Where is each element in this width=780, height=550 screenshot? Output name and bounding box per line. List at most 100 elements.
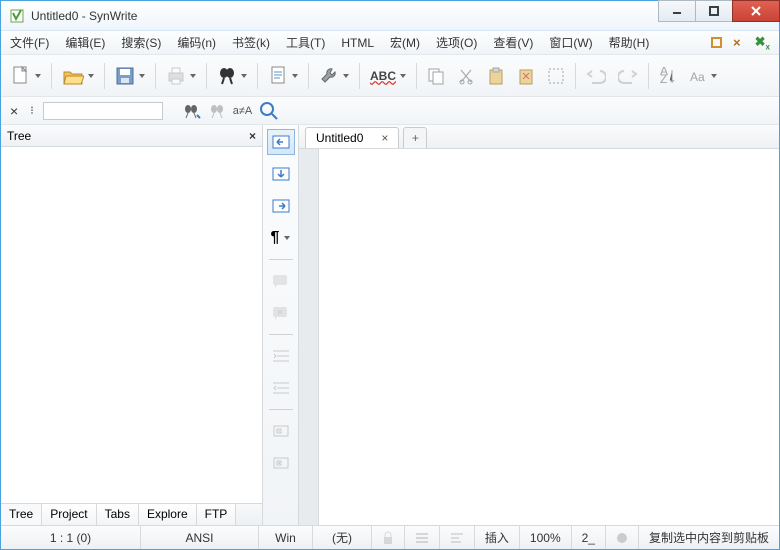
print-button[interactable]	[162, 61, 200, 91]
vbtn-pilcrow[interactable]: ¶	[267, 225, 295, 251]
vbtn-back[interactable]	[267, 129, 295, 155]
vbtn-collapse[interactable]	[267, 418, 295, 444]
svg-text:Z: Z	[660, 72, 667, 85]
app-window: Untitled0 - SynWrite 文件(F) 编辑(E) 搜索(S) 编…	[0, 0, 780, 550]
document-tabs: Untitled0 × +	[299, 125, 779, 149]
find-prev-icon[interactable]	[207, 101, 227, 121]
status-rec-icon[interactable]	[606, 526, 639, 549]
svg-text:Aa: Aa	[690, 70, 705, 84]
close-button[interactable]	[732, 0, 780, 22]
goto-button[interactable]	[264, 61, 302, 91]
menu-extra-x1-icon[interactable]: ×	[730, 33, 744, 52]
document-tab[interactable]: Untitled0 ×	[305, 127, 399, 148]
statusbar: 1 : 1 (0) ANSI Win (无) 插入 100% 2_ 复制选中内容…	[1, 525, 779, 549]
status-insert[interactable]: 插入	[475, 526, 520, 549]
find-button[interactable]	[213, 61, 251, 91]
menu-encoding[interactable]: 编码(n)	[174, 32, 219, 53]
window-buttons	[658, 1, 779, 30]
find-next-icon[interactable]	[181, 101, 201, 121]
tab-close-button[interactable]: ×	[381, 131, 388, 145]
delete-button[interactable]	[513, 61, 539, 91]
tree-panel: Tree × Tree Project Tabs Explore FTP	[1, 125, 263, 525]
menu-search[interactable]: 搜索(S)	[118, 32, 164, 53]
chevron-down-icon	[284, 236, 290, 240]
select-all-button[interactable]	[543, 61, 569, 91]
status-tab[interactable]: 2_	[572, 526, 606, 549]
menu-help[interactable]: 帮助(H)	[606, 32, 653, 53]
chevron-down-icon	[343, 74, 349, 78]
vbtn-down[interactable]	[267, 161, 295, 187]
vbtn-indent[interactable]	[267, 343, 295, 369]
status-lexer[interactable]: (无)	[313, 526, 372, 549]
spellcheck-label: ABC	[370, 69, 396, 83]
vertical-toolbar: ¶	[263, 125, 299, 525]
undo-button[interactable]	[582, 61, 610, 91]
titlebar: Untitled0 - SynWrite	[1, 1, 779, 31]
vbtn-comment[interactable]	[267, 268, 295, 294]
panel-tab-tabs[interactable]: Tabs	[97, 504, 139, 525]
panel-tab-project[interactable]: Project	[42, 504, 96, 525]
status-message: 复制选中内容到剪贴板	[639, 526, 779, 549]
status-wrap-icon[interactable]	[405, 526, 440, 549]
copy-button[interactable]	[423, 61, 449, 91]
panel-tab-ftp[interactable]: FTP	[197, 504, 237, 525]
tree-panel-close-button[interactable]: ×	[249, 129, 256, 143]
vbtn-unindent[interactable]	[267, 375, 295, 401]
redo-button[interactable]	[614, 61, 642, 91]
new-tab-button[interactable]: +	[403, 127, 427, 148]
spellcheck-button[interactable]: ABC	[366, 61, 410, 91]
status-zoom[interactable]: 100%	[520, 526, 572, 549]
close-search-button[interactable]: ×	[7, 103, 21, 119]
vbtn-forward[interactable]	[267, 193, 295, 219]
panel-tab-explore[interactable]: Explore	[139, 504, 197, 525]
window-title: Untitled0 - SynWrite	[31, 9, 658, 23]
menu-options[interactable]: 选项(O)	[433, 32, 480, 53]
chevron-down-icon	[400, 74, 406, 78]
cut-button[interactable]	[453, 61, 479, 91]
sort-button[interactable]: AZ	[655, 61, 681, 91]
status-eol[interactable]: Win	[259, 526, 313, 549]
save-button[interactable]	[111, 61, 149, 91]
tree-panel-header: Tree ×	[1, 125, 262, 147]
search-menu-button[interactable]: ⁝	[27, 104, 37, 117]
menu-view[interactable]: 查看(V)	[490, 32, 536, 53]
maximize-button[interactable]	[695, 0, 733, 22]
chevron-down-icon	[88, 74, 94, 78]
vbtn-expand[interactable]	[267, 450, 295, 476]
status-map-icon[interactable]	[440, 526, 475, 549]
status-lock-icon[interactable]	[372, 526, 405, 549]
menu-extra-x2-icon[interactable]: ✖x	[752, 32, 773, 54]
status-encoding[interactable]: ANSI	[141, 526, 259, 549]
panel-tab-tree[interactable]: Tree	[1, 504, 42, 525]
separator	[269, 334, 293, 335]
menu-tools[interactable]: 工具(T)	[283, 32, 328, 53]
menu-edit[interactable]: 编辑(E)	[62, 32, 108, 53]
fullscreen-icon[interactable]	[711, 37, 722, 48]
menu-file[interactable]: 文件(F)	[7, 32, 52, 53]
separator	[359, 63, 360, 89]
tree-panel-body[interactable]	[1, 147, 262, 503]
menu-html[interactable]: HTML	[338, 34, 377, 52]
editor-textarea[interactable]	[319, 149, 779, 525]
open-file-button[interactable]	[58, 61, 98, 91]
menu-window[interactable]: 窗口(W)	[546, 32, 595, 53]
app-icon	[9, 8, 25, 24]
replace-icon[interactable]: a≠A	[233, 105, 253, 117]
minimize-button[interactable]	[658, 0, 696, 22]
status-position[interactable]: 1 : 1 (0)	[1, 526, 141, 549]
zoom-icon[interactable]	[258, 100, 280, 122]
separator	[269, 259, 293, 260]
vbtn-uncomment[interactable]	[267, 300, 295, 326]
case-button[interactable]: Aa	[685, 61, 721, 91]
menu-bookmarks[interactable]: 书签(k)	[229, 32, 273, 53]
separator	[648, 63, 649, 89]
menu-macros[interactable]: 宏(M)	[387, 32, 423, 53]
search-input[interactable]	[43, 102, 163, 120]
editor-gutter	[299, 149, 319, 525]
separator	[206, 63, 207, 89]
clipboard-button[interactable]	[483, 61, 509, 91]
chevron-down-icon	[139, 74, 145, 78]
tools-button[interactable]	[315, 61, 353, 91]
new-file-button[interactable]	[7, 61, 45, 91]
separator	[308, 63, 309, 89]
